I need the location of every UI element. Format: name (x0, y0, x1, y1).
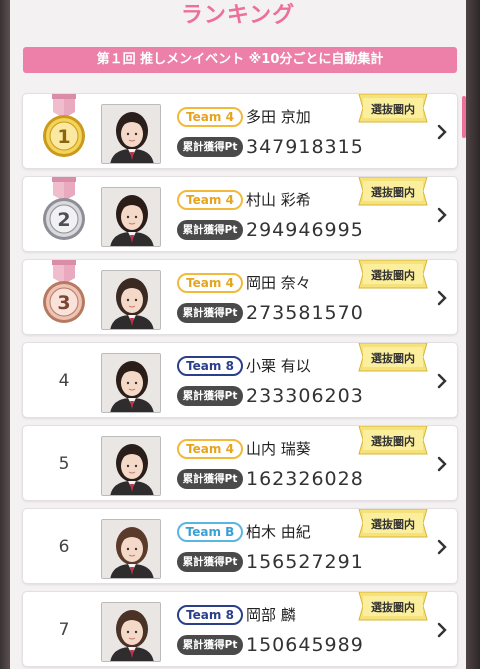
chevron-right-icon[interactable] (435, 122, 449, 142)
selected-badge: 選抜圏内 (357, 425, 429, 458)
member-photo (101, 104, 161, 164)
chevron-right-icon[interactable] (435, 205, 449, 225)
ranking-row[interactable]: 3 Team 4 岡田 奈々 累計獲得Pt 273581570 選抜圏内 (22, 259, 458, 335)
silver-medal-icon: 2 (39, 176, 89, 243)
points-label: 累計獲得Pt (177, 469, 243, 489)
team-badge: Team 4 (177, 190, 243, 210)
selected-badge: 選抜圏内 (357, 591, 429, 624)
points-value: 233306203 (246, 385, 364, 407)
points-label: 累計獲得Pt (177, 635, 243, 655)
points-value: 347918315 (246, 136, 364, 158)
member-name: 多田 京加 (246, 108, 311, 126)
svg-text:選抜圏内: 選抜圏内 (371, 434, 415, 448)
points-value: 162326028 (246, 468, 364, 490)
selected-badge: 選抜圏内 (357, 176, 429, 209)
points-value: 156527291 (246, 551, 364, 573)
medal-rank-number: 3 (57, 292, 70, 314)
bronze-medal-icon: 3 (39, 259, 89, 326)
chevron-right-icon[interactable] (435, 454, 449, 474)
selected-badge: 選抜圏内 (357, 508, 429, 541)
member-name: 村山 彩希 (246, 191, 311, 209)
member-photo (101, 602, 161, 662)
selected-badge: 選抜圏内 (357, 342, 429, 375)
selected-badge: 選抜圏内 (357, 259, 429, 292)
member-name: 岡田 奈々 (246, 274, 311, 292)
right-frame (466, 0, 480, 669)
team-badge: Team 4 (177, 273, 243, 293)
svg-text:選抜圏内: 選抜圏内 (371, 600, 415, 614)
member-photo (101, 187, 161, 247)
member-photo (101, 270, 161, 330)
page-title: ランキング (180, 3, 296, 28)
member-name: 岡部 麟 (246, 606, 296, 624)
team-badge: Team B (177, 522, 243, 542)
rank-number: 4 (58, 371, 70, 391)
chevron-right-icon[interactable] (435, 537, 449, 557)
rank-number: 7 (58, 620, 70, 640)
member-name: 柏木 由紀 (246, 523, 311, 541)
left-frame (0, 0, 10, 669)
rank-number: 6 (58, 537, 70, 557)
svg-text:選抜圏内: 選抜圏内 (371, 102, 415, 116)
member-photo (101, 353, 161, 413)
points-value: 273581570 (246, 302, 364, 324)
svg-text:選抜圏内: 選抜圏内 (371, 517, 415, 531)
points-label: 累計獲得Pt (177, 220, 243, 240)
team-badge: Team 8 (177, 605, 243, 625)
member-photo (101, 436, 161, 496)
svg-text:選抜圏内: 選抜圏内 (371, 268, 415, 282)
event-banner: 第１回 推しメンイベント ※10分ごとに自動集計 (23, 47, 457, 73)
svg-text:選抜圏内: 選抜圏内 (371, 185, 415, 199)
ranking-row[interactable]: 4 Team 8 小栗 有以 累計獲得Pt 233306203 選抜圏内 (22, 342, 458, 418)
team-badge: Team 4 (177, 107, 243, 127)
team-badge: Team 8 (177, 356, 243, 376)
ranking-row[interactable]: 2 Team 4 村山 彩希 累計獲得Pt 294946995 選抜圏内 (22, 176, 458, 252)
svg-text:選抜圏内: 選抜圏内 (371, 351, 415, 365)
ranking-row[interactable]: 6 Team B 柏木 由紀 累計獲得Pt 156527291 選抜圏内 (22, 508, 458, 584)
ranking-row[interactable]: 1 Team 4 多田 京加 累計獲得Pt 347918315 選抜圏内 (22, 93, 458, 169)
team-badge: Team 4 (177, 439, 243, 459)
gold-medal-icon: 1 (39, 93, 89, 160)
points-value: 294946995 (246, 219, 364, 241)
chevron-right-icon[interactable] (435, 371, 449, 391)
medal-rank-number: 1 (57, 126, 70, 148)
chevron-right-icon[interactable] (435, 288, 449, 308)
member-name: 小栗 有以 (246, 357, 311, 375)
ranking-row[interactable]: 5 Team 4 山内 瑞葵 累計獲得Pt 162326028 選抜圏内 (22, 425, 458, 501)
member-photo (101, 519, 161, 579)
medal-rank-number: 2 (57, 209, 70, 231)
ranking-panel: ランキング 第１回 推しメンイベント ※10分ごとに自動集計 1 Team 4 多田… (10, 0, 466, 669)
selected-badge: 選抜圏内 (357, 93, 429, 126)
member-name: 山内 瑞葵 (246, 440, 311, 458)
points-label: 累計獲得Pt (177, 552, 243, 572)
points-label: 累計獲得Pt (177, 137, 243, 157)
points-value: 150645989 (246, 634, 364, 656)
chevron-right-icon[interactable] (435, 620, 449, 640)
rank-number: 5 (58, 454, 70, 474)
scrollbar-thumb[interactable] (462, 96, 466, 138)
ranking-row[interactable]: 7 Team 8 岡部 麟累計獲得Pt 150645989 選抜圏内 (22, 591, 458, 667)
points-label: 累計獲得Pt (177, 386, 243, 406)
points-label: 累計獲得Pt (177, 303, 243, 323)
